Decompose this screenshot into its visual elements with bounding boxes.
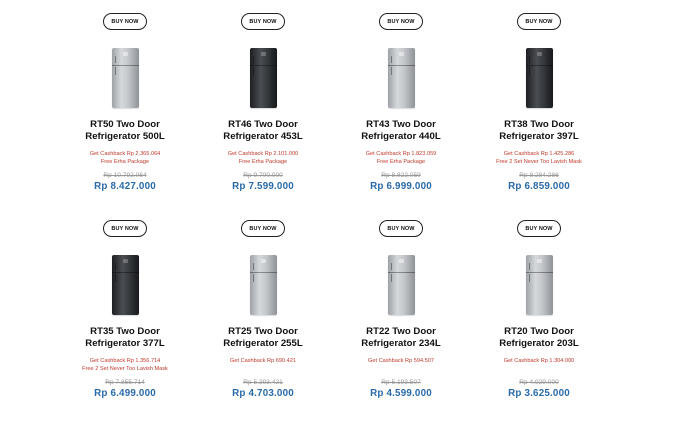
promo-text: Get Cashback Rp 1.304.000 <box>503 358 575 364</box>
product-name[interactable]: RT46 Two Door Refrigerator 453L <box>223 119 302 142</box>
product-image[interactable] <box>525 40 553 116</box>
sale-price: Rp 6.859.000 <box>508 181 570 192</box>
product-card: BUY NOW RT22 Two Door Refrigerator 234L G… <box>332 207 470 414</box>
refrigerator-icon <box>387 48 415 108</box>
buy-now-button[interactable]: BUY NOW <box>517 13 561 30</box>
product-name[interactable]: RT22 Two Door Refrigerator 234L <box>361 326 440 349</box>
refrigerator-icon <box>525 255 553 315</box>
product-name[interactable]: RT43 Two Door Refrigerator 440L <box>361 119 440 142</box>
product-card: BUY NOW RT25 Two Door Refrigerator 255L G… <box>194 207 332 414</box>
promo-text: Get Cashback Rp 2.101.000 Free Erha Packa… <box>227 151 299 165</box>
sale-price: Rp 3.625.000 <box>508 388 570 399</box>
product-image[interactable] <box>111 40 139 116</box>
refrigerator-icon <box>249 255 277 315</box>
product-card: BUY NOW RT43 Two Door Refrigerator 440L G… <box>332 0 470 207</box>
product-image[interactable] <box>249 40 277 116</box>
original-price: Rp 7.855.714 <box>105 379 145 386</box>
buy-now-button[interactable]: BUY NOW <box>241 220 285 237</box>
product-name[interactable]: RT50 Two Door Refrigerator 500L <box>85 119 164 142</box>
product-image[interactable] <box>387 247 415 323</box>
refrigerator-icon <box>525 48 553 108</box>
sale-price: Rp 4.599.000 <box>370 388 432 399</box>
product-name[interactable]: RT38 Two Door Refrigerator 397L <box>499 119 578 142</box>
product-name[interactable]: RT20 Two Door Refrigerator 203L <box>499 326 578 349</box>
product-image[interactable] <box>387 40 415 116</box>
refrigerator-icon <box>111 48 139 108</box>
product-card: BUY NOW RT46 Two Door Refrigerator 453L G… <box>194 0 332 207</box>
promo-text: Get Cashback Rp 1.425.286 Free 2 Set Neve… <box>496 151 582 165</box>
product-card: BUY NOW RT35 Two Door Refrigerator 377L G… <box>56 207 194 414</box>
refrigerator-icon <box>111 255 139 315</box>
original-price: Rp 4.929.000 <box>519 379 559 386</box>
promo-text: Get Cashback Rp 1.823.059 Free Erha Packa… <box>365 151 437 165</box>
product-card: BUY NOW RT20 Two Door Refrigerator 203L G… <box>470 207 608 414</box>
sale-price: Rp 6.499.000 <box>94 388 156 399</box>
promo-text: Get Cashback Rp 2.365.064 Free Erha Packa… <box>89 151 161 165</box>
promo-text: Get Cashback Rp 594.507 <box>368 358 434 364</box>
original-price: Rp 8.284.286 <box>519 172 559 179</box>
original-price: Rp 8.822.059 <box>381 172 421 179</box>
original-price: Rp 5.393.421 <box>243 379 283 386</box>
product-image[interactable] <box>111 247 139 323</box>
sale-price: Rp 7.599.000 <box>232 181 294 192</box>
refrigerator-icon <box>387 255 415 315</box>
product-card: BUY NOW RT50 Two Door Refrigerator 500L G… <box>56 0 194 207</box>
sale-price: Rp 4.703.000 <box>232 388 294 399</box>
sale-price: Rp 8.427.000 <box>94 181 156 192</box>
refrigerator-icon <box>249 48 277 108</box>
original-price: Rp 5.193.507 <box>381 379 421 386</box>
buy-now-button[interactable]: BUY NOW <box>103 220 147 237</box>
product-name[interactable]: RT25 Two Door Refrigerator 255L <box>223 326 302 349</box>
buy-now-button[interactable]: BUY NOW <box>517 220 561 237</box>
product-grid: BUY NOW RT50 Two Door Refrigerator 500L G… <box>56 0 608 427</box>
original-price: Rp 10.792.064 <box>103 172 147 179</box>
buy-now-button[interactable]: BUY NOW <box>103 13 147 30</box>
product-image[interactable] <box>525 247 553 323</box>
buy-now-button[interactable]: BUY NOW <box>379 13 423 30</box>
product-name[interactable]: RT35 Two Door Refrigerator 377L <box>85 326 164 349</box>
promo-text: Get Cashback Rp 690.421 <box>230 358 296 364</box>
product-image[interactable] <box>249 247 277 323</box>
promo-text: Get Cashback Rp 1.356.714 Free 2 Set Neve… <box>82 358 168 372</box>
original-price: Rp 9.700.000 <box>243 172 283 179</box>
buy-now-button[interactable]: BUY NOW <box>379 220 423 237</box>
sale-price: Rp 6.999.000 <box>370 181 432 192</box>
product-card: BUY NOW RT38 Two Door Refrigerator 397L G… <box>470 0 608 207</box>
buy-now-button[interactable]: BUY NOW <box>241 13 285 30</box>
